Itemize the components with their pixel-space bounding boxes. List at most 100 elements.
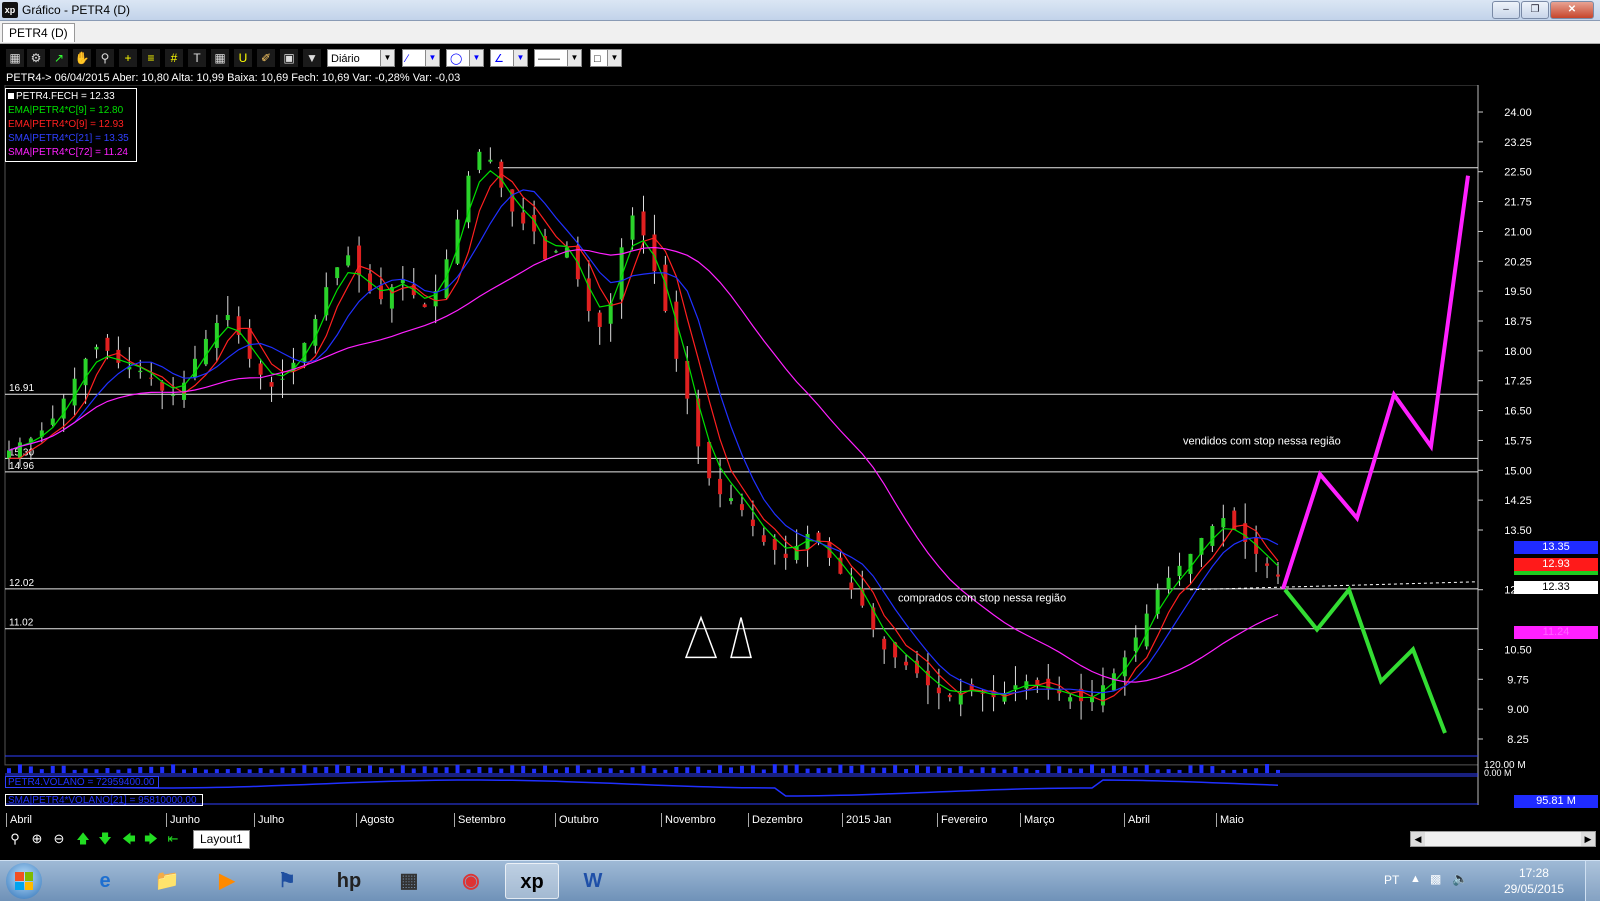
arrow-down-icon[interactable]: 🡇 [96,831,114,847]
filter-icon[interactable]: ▼ [303,49,321,67]
tab-layout1[interactable]: Layout1 [193,830,250,849]
tray-expand-icon[interactable]: ▲ [1410,873,1421,885]
candle-body [696,398,701,447]
volume-bar [947,767,952,773]
candle-body [1068,697,1073,702]
horizontal-scrollbar[interactable]: ◀ ▶ [1410,831,1596,847]
zoom-in-icon[interactable]: ⊕ [28,831,46,847]
lock-icon[interactable]: ▣ [280,49,298,67]
month-label: Março [1020,813,1055,827]
start-button[interactable] [6,863,42,899]
volume-bar [564,767,569,773]
volume-bar [586,769,591,773]
candle-body [72,378,77,406]
chart-type-icon[interactable]: ▦ [6,49,24,67]
candle-body [50,418,55,425]
zoom-fit-icon[interactable]: ⚲ [6,831,24,847]
volume-bar [849,765,854,773]
gear-icon[interactable]: ⚙ [27,49,45,67]
candle-body [947,694,952,698]
candle-body [794,545,799,560]
level-label: 11.02 [9,618,34,629]
text-tool-icon[interactable]: T [188,49,206,67]
close-button[interactable]: ✕ [1550,1,1594,19]
language-indicator[interactable]: PT [1384,873,1399,887]
candle-body [739,504,744,511]
minimize-button[interactable]: – [1492,1,1520,19]
volume-bar [772,764,777,773]
line-style-icon: —— [538,53,560,65]
candle-body [729,498,734,502]
arrow-first-icon[interactable]: ⇤ [164,831,182,847]
arrow-right-icon[interactable]: 🡆 [142,831,160,847]
volume-icon[interactable]: 🔈 [1452,871,1468,887]
period-select[interactable]: Diário ▼ [327,49,395,67]
chrome-icon[interactable]: ◉ [444,863,498,899]
signal-icon[interactable]: ▩ [1430,872,1441,886]
zoom-out-icon[interactable]: ⊖ [50,831,68,847]
calculator-icon[interactable]: ▦ [211,49,229,67]
line-tool-select[interactable]: ∕ ▼ [402,49,440,67]
calculator-app-icon[interactable]: ▦ [382,863,436,899]
volume-bar [1276,769,1280,773]
internet-explorer-icon[interactable]: e [78,863,132,899]
clock[interactable]: 17:28 29/05/2015 [1504,865,1564,897]
indicator-icon[interactable]: ↗ [50,49,68,67]
line-style-select[interactable]: —— ▼ [534,49,582,67]
color-swatch-icon: □ [594,53,601,65]
hand-icon[interactable]: ✋ [73,49,91,67]
y-tick-label: 8.25 [1507,734,1528,746]
legend-ema9-open: EMA|PETR4*O[9] = 12.93 [8,119,124,130]
file-explorer-icon[interactable]: 📁 [140,863,194,899]
volume-bar [1046,764,1051,773]
volume-bar [882,767,887,773]
candle-body [83,358,88,386]
tab-petr4[interactable]: PETR4 (D) [2,23,75,42]
zoom-icon[interactable]: ⚲ [96,49,114,67]
fibonacci-icon[interactable]: ≡ [142,49,160,67]
level-label: 16.91 [9,383,34,394]
candle-body [203,338,208,365]
grid-lines-icon[interactable]: # [165,49,183,67]
show-desktop-button[interactable] [1585,861,1600,901]
volume-bar [225,769,230,773]
media-player-icon[interactable]: ▶ [200,863,254,899]
candle-body [761,535,766,542]
volume-bar [750,765,755,773]
volume-bar [444,767,449,773]
y-tick-label: 18.75 [1504,316,1532,328]
volume-bar [718,765,723,773]
window-title: Gráfico - PETR4 (D) [22,3,131,17]
candle-body [116,349,121,363]
volume-bar [1057,766,1062,773]
eraser-icon[interactable]: ✐ [257,49,275,67]
volume-bar [105,768,110,773]
period-select-value: Diário [331,53,360,65]
month-label: Junho [166,813,200,827]
candle-body [1188,553,1193,574]
restore-button[interactable]: ❐ [1521,1,1549,19]
scroll-right-icon[interactable]: ▶ [1581,832,1595,846]
candle-body [313,319,318,346]
xp-app-taskbar-icon[interactable]: xp [505,863,559,899]
hp-icon[interactable]: hp [322,863,376,899]
color-select[interactable]: □ ▼ [590,49,622,67]
network-app-icon[interactable]: ⚑ [260,863,314,899]
arrow-up-icon[interactable]: 🡅 [74,831,92,847]
volume-bar [838,764,843,773]
volume-bar [597,767,602,773]
volume-bar [182,769,187,773]
volume-bar [335,764,340,773]
fan-tool-select[interactable]: ∠ ▼ [490,49,528,67]
volume-bar [805,768,810,773]
volume-bar [1265,764,1270,773]
price-chart[interactable]: 24.00 23.25 22.50 21.75 21.00 20.25 19.50 18.75… [0,85,1600,829]
word-icon[interactable]: W [566,863,620,899]
crosshair-icon[interactable]: + [119,49,137,67]
volume-bar [1133,767,1138,773]
ellipse-tool-select[interactable]: ◯ ▼ [446,49,484,67]
magnet-icon[interactable]: U [234,49,252,67]
xp-app-icon: xp [2,2,18,18]
arrow-left-icon[interactable]: 🡄 [120,831,138,847]
scroll-left-icon[interactable]: ◀ [1411,832,1425,846]
